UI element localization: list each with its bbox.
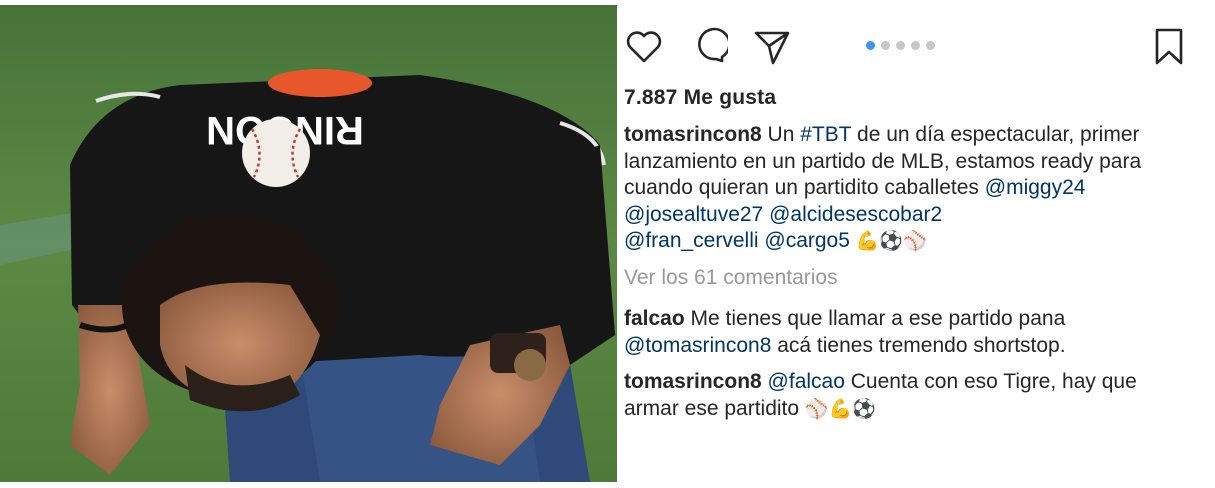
comment: falcao Me tienes que llamar a ese partid…	[624, 306, 1184, 359]
bookmark-icon	[1155, 28, 1183, 65]
save-button[interactable]	[1149, 27, 1189, 67]
mention-link[interactable]: @miggy24	[985, 176, 1086, 199]
carousel-dot	[926, 41, 935, 50]
share-button[interactable]	[752, 27, 792, 67]
photo-illustration: RINCON	[0, 5, 617, 482]
comment-username[interactable]: falcao	[624, 307, 685, 330]
mention-link[interactable]: @alcidesescobar2	[769, 203, 942, 226]
carousel-dot	[896, 41, 905, 50]
comment-emojis: ⚾💪⚽	[804, 397, 876, 420]
comment-username[interactable]: tomasrincon8	[624, 370, 762, 393]
post-panel: 7.887 Me gusta tomasrincon8 Un #TBT de u…	[624, 0, 1204, 488]
caption-text: Un	[761, 123, 801, 146]
carousel-dot	[911, 41, 920, 50]
like-button[interactable]	[624, 27, 664, 67]
caption-username[interactable]: tomasrincon8	[624, 123, 762, 146]
carousel-dot	[881, 41, 890, 50]
comment-text: Me tienes que llamar a ese partido pana	[684, 307, 1066, 330]
heart-icon	[626, 31, 662, 63]
comment-text: acá tienes tremendo shortstop.	[771, 333, 1066, 357]
send-icon	[754, 31, 790, 65]
mention-link[interactable]: @cargo5	[764, 229, 850, 252]
like-count[interactable]: 7.887 Me gusta	[624, 86, 776, 110]
comment-icon	[698, 27, 728, 63]
mention-link[interactable]: @fran_cervelli	[624, 229, 759, 252]
hashtag-link[interactable]: #TBT	[800, 123, 851, 146]
post-photo[interactable]: RINCON	[0, 5, 617, 482]
comment: tomasrincon8 @falcao Cuenta con eso Tigr…	[624, 369, 1184, 422]
mention-link[interactable]: @falcao	[768, 370, 845, 393]
caption-emojis: 💪⚽⚾	[855, 230, 927, 252]
caption: tomasrincon8 Un #TBT de un día espectacu…	[624, 122, 1184, 255]
comment-button[interactable]	[688, 27, 728, 67]
mention-link[interactable]: @tomasrincon8	[624, 334, 771, 357]
carousel-dot-active	[866, 41, 875, 50]
action-bar	[624, 27, 1194, 67]
mention-link[interactable]: @josealtuve27	[624, 203, 763, 226]
carousel-indicator	[866, 41, 935, 51]
view-comments-link[interactable]: Ver los 61 comentarios	[624, 266, 838, 290]
